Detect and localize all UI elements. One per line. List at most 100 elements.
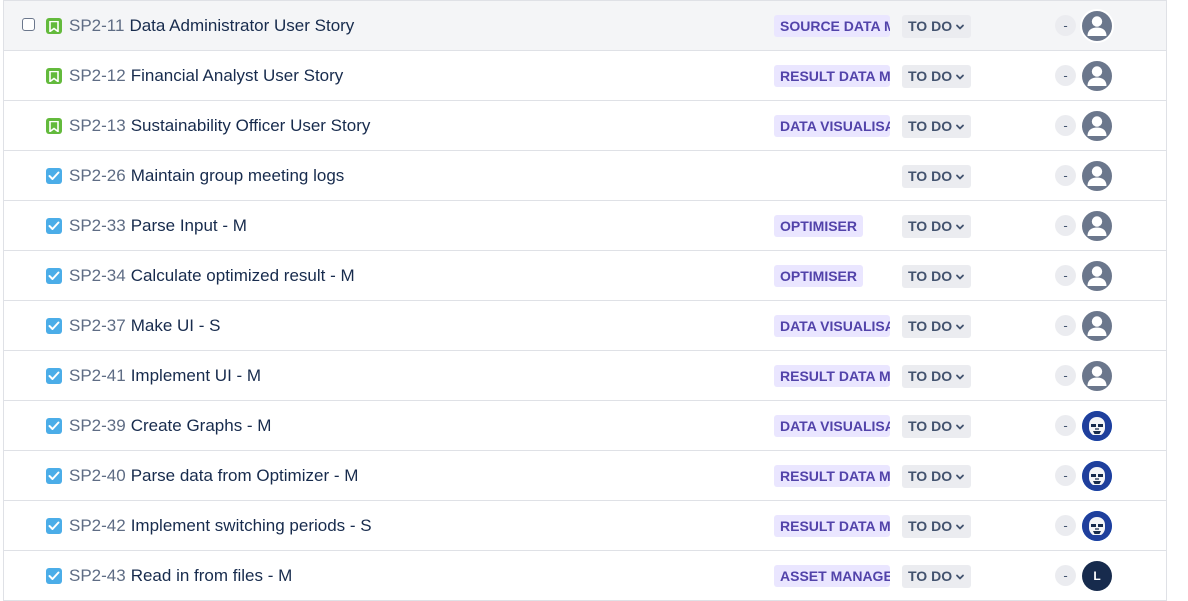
stormtrooper-avatar-icon — [1082, 511, 1112, 541]
issue-row[interactable]: SP2-42 Implement switching periods - S RES… — [4, 501, 1166, 551]
assignee-avatar[interactable] — [1082, 411, 1112, 441]
status-dropdown[interactable]: TO DO — [902, 265, 972, 288]
issue-summary[interactable]: Sustainability Officer User Story — [131, 116, 371, 136]
assignee-avatar[interactable] — [1080, 309, 1114, 343]
assignee-avatar[interactable] — [1080, 59, 1114, 93]
issue-summary[interactable]: Parse data from Optimizer - M — [131, 466, 359, 486]
task-icon — [46, 368, 62, 384]
status-label: TO DO — [908, 18, 953, 34]
issue-key[interactable]: SP2-12 — [69, 66, 126, 86]
epic-label[interactable]: ASSET MANAGEI — [774, 565, 890, 587]
issue-row[interactable]: SP2-11 Data Administrator User Story SOURC… — [4, 1, 1166, 51]
issue-key[interactable]: SP2-43 — [69, 566, 126, 586]
story-icon — [46, 118, 62, 134]
issue-row[interactable]: SP2-34 Calculate optimized result - M OPTI… — [4, 251, 1166, 301]
assignee-avatar[interactable] — [1080, 259, 1114, 293]
issue-key[interactable]: SP2-37 — [69, 316, 126, 336]
story-points-estimate[interactable]: - — [1055, 415, 1076, 436]
status-dropdown[interactable]: TO DO — [902, 315, 972, 338]
status-label: TO DO — [908, 518, 953, 534]
issue-key[interactable]: SP2-11 — [69, 16, 124, 36]
issue-key[interactable]: SP2-40 — [69, 466, 126, 486]
chevron-down-icon — [956, 424, 964, 429]
chevron-down-icon — [956, 224, 964, 229]
issue-summary[interactable]: Implement UI - M — [131, 366, 261, 386]
status-label: TO DO — [908, 268, 953, 284]
issue-row[interactable]: SP2-26 Maintain group meeting logs TO DO - — [4, 151, 1166, 201]
story-points-estimate[interactable]: - — [1055, 15, 1076, 36]
issue-row[interactable]: SP2-12 Financial Analyst User Story RESULT… — [4, 51, 1166, 101]
issue-key[interactable]: SP2-34 — [69, 266, 126, 286]
story-points-estimate[interactable]: - — [1055, 115, 1076, 136]
assignee-avatar[interactable] — [1080, 109, 1114, 143]
story-points-estimate[interactable]: - — [1055, 265, 1076, 286]
chevron-down-icon — [956, 274, 964, 279]
epic-label[interactable]: OPTIMISER — [774, 265, 864, 287]
epic-label[interactable]: SOURCE DATA M — [774, 15, 890, 37]
story-points-estimate[interactable]: - — [1055, 315, 1076, 336]
issue-row[interactable]: SP2-41 Implement UI - M RESULT DATA MA TO D… — [4, 351, 1166, 401]
issue-summary[interactable]: Financial Analyst User Story — [131, 66, 344, 86]
issue-row[interactable]: SP2-13 Sustainability Officer User Story D… — [4, 101, 1166, 151]
issue-key[interactable]: SP2-41 — [69, 366, 126, 386]
issue-key[interactable]: SP2-33 — [69, 216, 126, 236]
status-dropdown[interactable]: TO DO — [902, 165, 972, 188]
story-points-estimate[interactable]: - — [1055, 565, 1076, 586]
epic-label[interactable]: DATA VISUALISA — [774, 115, 890, 137]
issue-summary[interactable]: Data Administrator User Story — [129, 16, 354, 36]
epic-label[interactable]: RESULT DATA MA — [774, 465, 890, 487]
issue-key[interactable]: SP2-42 — [69, 516, 126, 536]
stormtrooper-avatar-icon — [1082, 461, 1112, 491]
epic-label[interactable]: RESULT DATA MA — [774, 65, 890, 87]
story-points-estimate[interactable]: - — [1055, 215, 1076, 236]
assignee-avatar[interactable] — [1082, 461, 1112, 491]
select-checkbox[interactable] — [22, 18, 35, 31]
status-dropdown[interactable]: TO DO — [902, 565, 972, 588]
issue-summary[interactable]: Parse Input - M — [131, 216, 247, 236]
status-dropdown[interactable]: TO DO — [902, 15, 972, 38]
epic-label[interactable]: DATA VISUALISA — [774, 315, 890, 337]
assignee-avatar[interactable]: L — [1082, 561, 1112, 591]
status-label: TO DO — [908, 418, 953, 434]
epic-label[interactable]: RESULT DATA MA — [774, 515, 890, 537]
issue-key[interactable]: SP2-26 — [69, 166, 126, 186]
assignee-avatar[interactable] — [1080, 159, 1114, 193]
assignee-avatar[interactable] — [1080, 209, 1114, 243]
status-dropdown[interactable]: TO DO — [902, 365, 972, 388]
story-points-estimate[interactable]: - — [1055, 65, 1076, 86]
assignee-avatar[interactable] — [1080, 9, 1114, 43]
issue-row[interactable]: SP2-33 Parse Input - M OPTIMISER TO DO - — [4, 201, 1166, 251]
story-points-estimate[interactable]: - — [1055, 515, 1076, 536]
issue-row[interactable]: SP2-43 Read in from files - M ASSET MANAGE… — [4, 551, 1166, 601]
status-dropdown[interactable]: TO DO — [902, 65, 972, 88]
chevron-down-icon — [956, 474, 964, 479]
story-points-estimate[interactable]: - — [1055, 365, 1076, 386]
story-points-estimate[interactable]: - — [1055, 165, 1076, 186]
issue-summary[interactable]: Implement switching periods - S — [131, 516, 372, 536]
assignee-avatar[interactable] — [1080, 359, 1114, 393]
issue-summary[interactable]: Calculate optimized result - M — [131, 266, 355, 286]
issue-row[interactable]: SP2-39 Create Graphs - M DATA VISUALISA TO … — [4, 401, 1166, 451]
status-dropdown[interactable]: TO DO — [902, 515, 972, 538]
task-icon — [46, 518, 62, 534]
status-dropdown[interactable]: TO DO — [902, 465, 972, 488]
epic-label[interactable]: OPTIMISER — [774, 215, 864, 237]
user-icon — [1087, 316, 1107, 336]
assignee-avatar[interactable] — [1082, 511, 1112, 541]
epic-label[interactable]: DATA VISUALISA — [774, 415, 890, 437]
issue-key[interactable]: SP2-13 — [69, 116, 126, 136]
status-dropdown[interactable]: TO DO — [902, 415, 972, 438]
status-dropdown[interactable]: TO DO — [902, 215, 972, 238]
issue-summary[interactable]: Maintain group meeting logs — [131, 166, 345, 186]
epic-label[interactable]: RESULT DATA MA — [774, 365, 890, 387]
issue-summary[interactable]: Create Graphs - M — [131, 416, 272, 436]
status-dropdown[interactable]: TO DO — [902, 115, 972, 138]
issue-key[interactable]: SP2-39 — [69, 416, 126, 436]
story-points-estimate[interactable]: - — [1055, 465, 1076, 486]
issue-summary[interactable]: Read in from files - M — [131, 566, 293, 586]
issue-list: SP2-11 Data Administrator User Story SOURC… — [3, 0, 1167, 601]
issue-row[interactable]: SP2-37 Make UI - S DATA VISUALISA TO DO - — [4, 301, 1166, 351]
issue-summary[interactable]: Make UI - S — [131, 316, 221, 336]
issue-row[interactable]: SP2-40 Parse data from Optimizer - M RESUL… — [4, 451, 1166, 501]
task-icon — [46, 168, 62, 184]
